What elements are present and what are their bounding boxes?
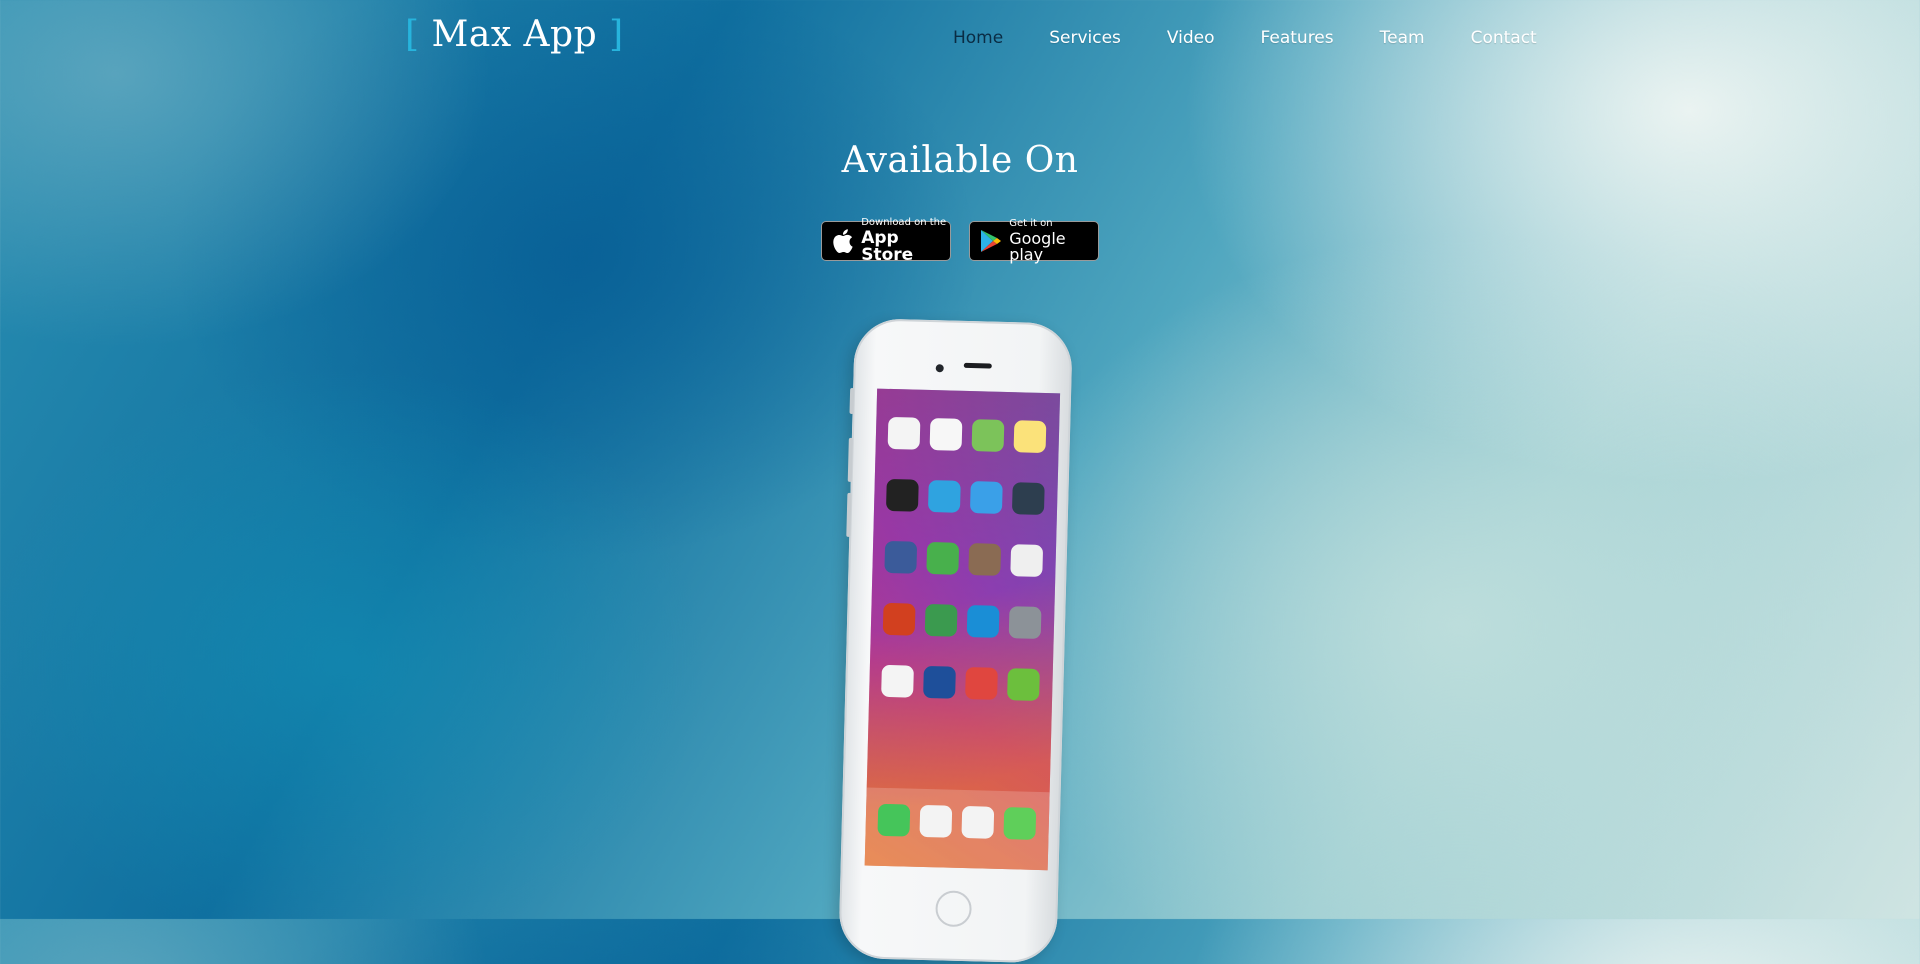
photos-app-icon xyxy=(929,418,963,451)
google-play-small-text: Get it on xyxy=(1009,218,1053,229)
messages-app-icon xyxy=(1003,807,1037,840)
dock-apps xyxy=(877,803,1037,840)
app-store-big-text: App Store xyxy=(861,228,914,265)
phone-volume-down xyxy=(846,492,852,537)
nav-home[interactable]: Home xyxy=(953,28,1003,48)
hero-title: Available On xyxy=(841,140,1079,181)
phone-dock xyxy=(864,787,1050,871)
duolingo-app-icon xyxy=(1007,668,1040,701)
facebook-app-icon xyxy=(884,540,918,574)
phone-screen xyxy=(864,388,1061,871)
notes-app-icon xyxy=(1013,420,1047,454)
app-store-small-text: Download on the xyxy=(861,217,947,228)
google-play-button[interactable]: Get it on Google play xyxy=(969,218,1099,264)
brand-logo[interactable]: [ Max App ] xyxy=(405,14,624,55)
nav-contact[interactable]: Contact xyxy=(1471,28,1537,48)
nav-services[interactable]: Services xyxy=(1049,28,1121,48)
hangouts-app-icon xyxy=(924,603,958,637)
app-store-button[interactable]: Download on the App Store xyxy=(821,217,951,265)
logo-bracket-close: ] xyxy=(609,14,624,55)
app-grid xyxy=(881,416,1047,701)
nav-features[interactable]: Features xyxy=(1261,28,1334,48)
apple-icon xyxy=(831,228,855,254)
phone-app-icon xyxy=(877,803,911,837)
shazam-app-icon xyxy=(966,605,1000,638)
settings-app-icon xyxy=(1008,606,1042,639)
flixster-app-icon xyxy=(927,479,961,513)
feedly-app-icon xyxy=(926,541,960,575)
castbox-app-icon xyxy=(1011,482,1045,516)
phone-volume-up xyxy=(847,437,853,482)
chrome-app-icon xyxy=(961,805,995,839)
main-nav: Home Services Video Features Team Contac… xyxy=(953,28,1583,48)
voice-memos-app-icon xyxy=(1010,544,1044,577)
phone-mute-switch xyxy=(849,387,855,414)
weather-app-icon xyxy=(923,665,956,699)
calendar-app-icon xyxy=(887,416,921,450)
phone-mockup xyxy=(838,318,1073,964)
spotify-app-icon xyxy=(885,478,919,512)
health-app-icon xyxy=(881,664,914,698)
twitter-app-icon xyxy=(969,481,1003,514)
phone-speaker xyxy=(963,362,992,369)
moneyplan-app-icon xyxy=(882,602,916,636)
nav-video[interactable]: Video xyxy=(1167,28,1215,48)
cast-app-icon xyxy=(965,667,998,700)
brand-name: Max App xyxy=(419,14,610,55)
instagram-app-icon xyxy=(968,543,1002,576)
nav-team[interactable]: Team xyxy=(1380,28,1425,48)
maps-app-icon xyxy=(971,419,1005,452)
google-play-icon xyxy=(979,228,1003,254)
logo-bracket-open: [ xyxy=(405,14,420,55)
gmail-app-icon xyxy=(919,804,953,838)
google-play-big-text: Google play xyxy=(1009,229,1066,264)
phone-camera xyxy=(935,364,944,373)
phone-home-button xyxy=(935,890,973,928)
